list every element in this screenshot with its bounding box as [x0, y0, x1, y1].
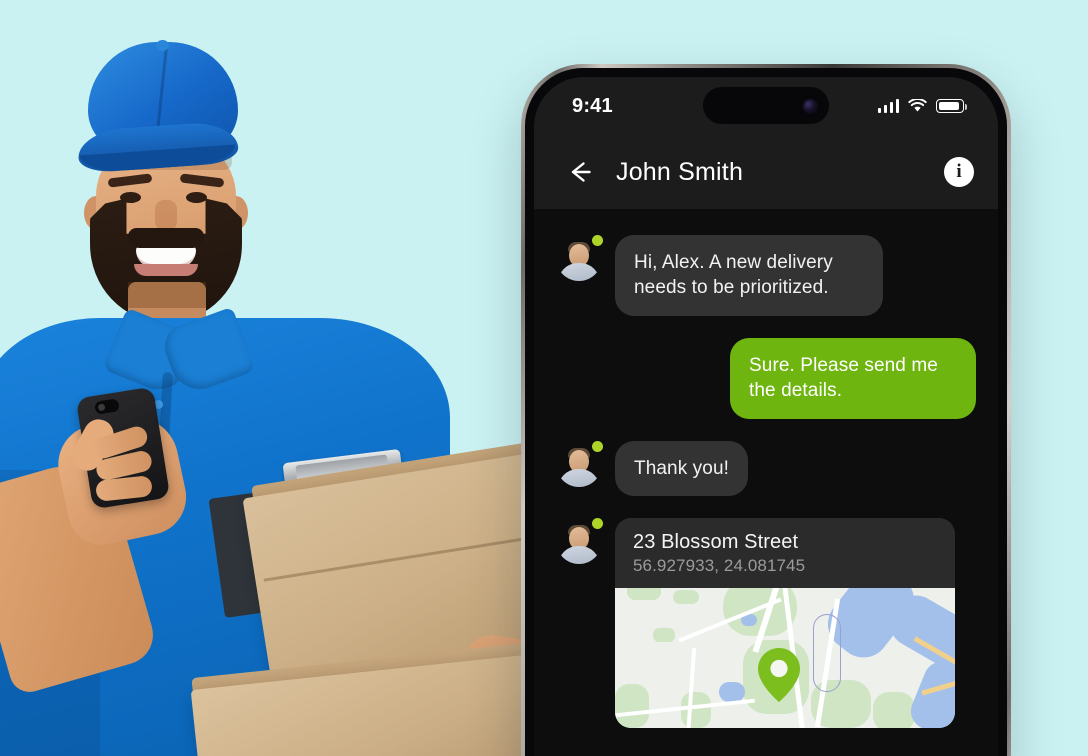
battery-level-fill — [938, 101, 959, 111]
message-row-incoming: Hi, Alex. A new delivery needs to be pri… — [556, 235, 976, 316]
avatar-body — [558, 546, 600, 565]
cellular-signal-icon — [877, 99, 899, 113]
mustache — [128, 228, 204, 248]
map-park-area — [873, 692, 915, 729]
location-card-header: 23 Blossom Street 56.927933, 24.081745 — [615, 518, 955, 588]
scene-background: 9:41 John Smith i Hi, Alex. A new delive… — [0, 0, 1088, 756]
message-row-location: 23 Blossom Street 56.927933, 24.081745 — [556, 518, 976, 729]
dynamic-island — [703, 87, 829, 124]
delivery-courier-illustration — [0, 0, 570, 756]
avatar[interactable] — [556, 235, 603, 281]
online-status-badge — [592, 518, 603, 530]
avatar[interactable] — [556, 518, 603, 565]
message-bubble[interactable]: Thank you! — [615, 440, 748, 497]
wifi-icon — [908, 98, 927, 113]
avatar-body — [558, 263, 600, 281]
location-coordinates: 56.927933, 24.081745 — [633, 556, 806, 576]
map-footpath — [813, 614, 841, 693]
eye-right — [186, 192, 207, 203]
map-park-area — [627, 588, 661, 601]
online-status-badge — [592, 235, 603, 246]
online-status-badge — [592, 440, 603, 452]
neck-shadow — [128, 282, 206, 308]
avatar[interactable] — [556, 440, 603, 487]
avatar-body — [558, 468, 600, 487]
lower-lip — [134, 264, 198, 276]
location-card[interactable]: 23 Blossom Street 56.927933, 24.081745 — [615, 518, 955, 729]
status-bar: 9:41 — [534, 77, 998, 135]
map-park-area — [615, 684, 649, 729]
message-bubble[interactable]: Hi, Alex. A new delivery needs to be pri… — [615, 235, 883, 316]
message-row-outgoing: Sure. Please send me the details. — [556, 337, 976, 419]
map-park-area — [673, 590, 699, 605]
cap-button — [156, 40, 169, 51]
page-title: John Smith — [616, 157, 744, 186]
phone-mockup: 9:41 John Smith i Hi, Alex. A new delive… — [521, 64, 1011, 756]
map-pin-icon[interactable] — [756, 646, 802, 704]
message-bubble[interactable]: Sure. Please send me the details. — [730, 337, 976, 419]
front-camera-icon — [804, 99, 816, 112]
status-bar-indicators — [877, 98, 968, 113]
location-map-preview[interactable] — [615, 588, 955, 729]
info-circle-icon[interactable]: i — [944, 157, 974, 187]
conversation-header: John Smith i — [534, 135, 998, 209]
battery-icon — [936, 99, 968, 113]
phone-screen: 9:41 John Smith i Hi, Alex. A new delive… — [534, 77, 998, 756]
message-thread[interactable]: Hi, Alex. A new delivery needs to be pri… — [534, 209, 998, 756]
map-park-area — [681, 692, 711, 729]
status-bar-clock: 9:41 — [572, 94, 613, 117]
message-row-incoming: Thank you! — [556, 440, 976, 497]
location-address: 23 Blossom Street — [633, 531, 799, 554]
map-park-area — [653, 628, 675, 643]
arrow-left-icon[interactable] — [564, 157, 594, 187]
phone-bezel: 9:41 John Smith i Hi, Alex. A new delive… — [525, 68, 1007, 756]
